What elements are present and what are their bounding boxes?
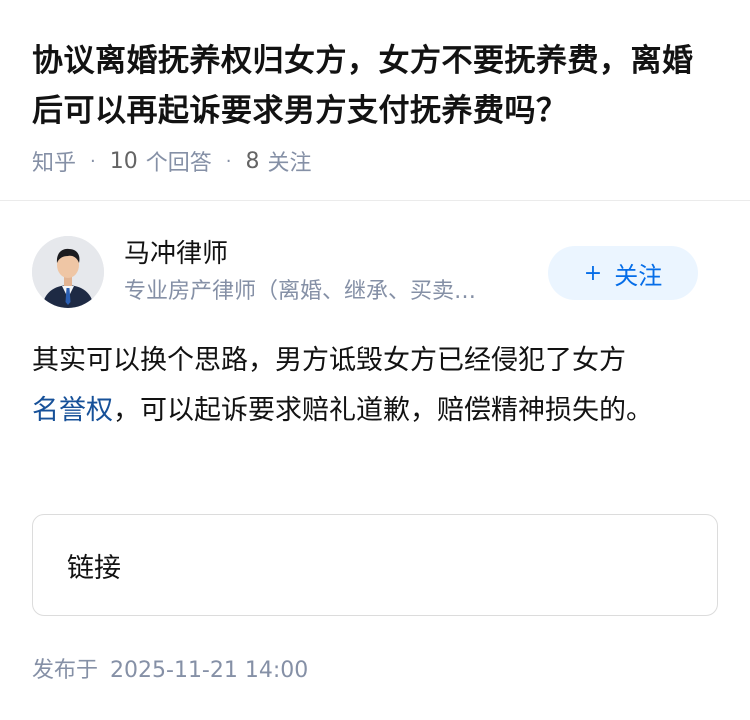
meta-separator: ·	[225, 150, 232, 172]
follower-count: 8	[245, 148, 260, 174]
follow-button-label: 关注	[614, 261, 663, 290]
answer-text: ，可以起诉要求赔礼道歉，赔偿精神损失的。	[113, 395, 653, 426]
answer-count-label[interactable]: 个回答	[146, 145, 212, 177]
answer-inline-link[interactable]: 名誉权	[32, 395, 113, 426]
section-divider	[0, 200, 750, 201]
question-title[interactable]: 协议离婚抚养权归女方，女方不要抚养费，离婚后可以再起诉要求男方支付抚养费吗？	[32, 36, 718, 136]
author-name[interactable]: 马冲律师	[124, 236, 228, 272]
question-meta: 知乎 · 10 个回答 · 8 关注	[32, 145, 718, 177]
plus-icon: +	[583, 260, 603, 286]
follower-count-label: 关注	[267, 151, 312, 176]
link-card[interactable]: 链接	[32, 514, 718, 616]
avatar-portrait-icon	[32, 236, 104, 308]
meta-separator: ·	[90, 150, 96, 172]
avatar[interactable]	[32, 236, 104, 308]
answer-count: 10	[109, 148, 138, 174]
answer-content: 其实可以换个思路，男方诋毁女方已经侵犯了女方 名誉权，可以起诉要求赔礼道歉，赔偿精…	[32, 336, 702, 436]
answer-page: 协议离婚抚养权归女方，女方不要抚养费，离婚后可以再起诉要求男方支付抚养费吗？ 知…	[0, 0, 750, 720]
author-card: 马冲律师 专业房产律师（离婚、继承、买卖… + 关注	[32, 236, 718, 308]
question-header: 协议离婚抚养权归女方，女方不要抚养费，离婚后可以再起诉要求男方支付抚养费吗？ 知…	[0, 0, 750, 176]
site-name[interactable]: 知乎	[32, 145, 76, 177]
publish-label: 发布于	[32, 658, 99, 683]
link-card-label: 链接	[67, 552, 121, 584]
publish-info: 发布于 2025-11-21 14:00	[32, 652, 308, 684]
author-bio: 专业房产律师（离婚、继承、买卖…	[124, 279, 477, 304]
publish-timestamp: 2025-11-21 14:00	[110, 658, 309, 683]
answer-text: 其实可以换个思路，男方诋毁女方已经侵犯了女方	[32, 345, 626, 376]
follow-button[interactable]: + 关注	[548, 246, 698, 300]
